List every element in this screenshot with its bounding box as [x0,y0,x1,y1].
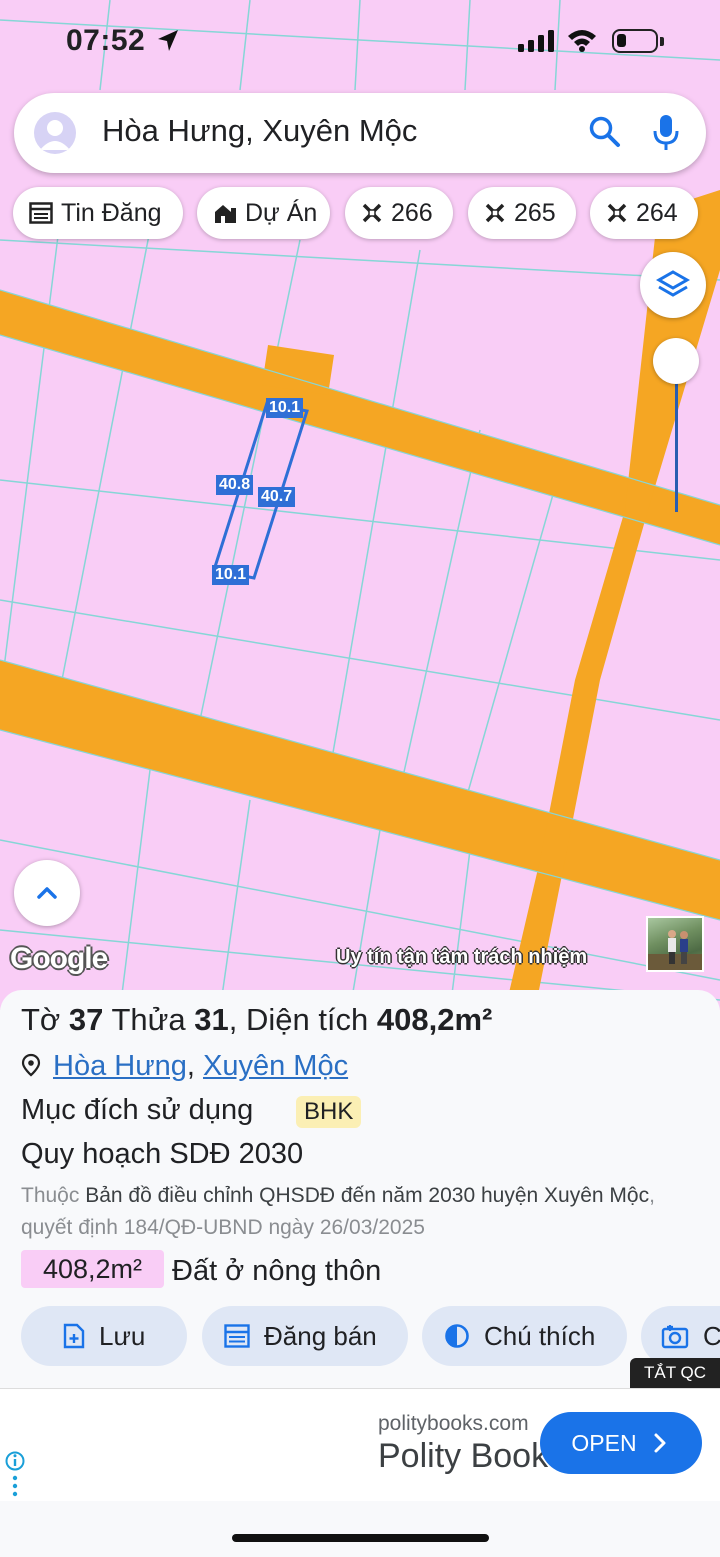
district-link[interactable]: Xuyên Mộc [203,1050,348,1082]
ad-domain: politybooks.com [378,1412,529,1435]
buildings-icon [215,205,236,223]
legend-button[interactable]: Chú thích [422,1306,627,1366]
post-label: Đăng bán [264,1320,377,1351]
plot-icon [362,203,382,223]
chip-tin-dang[interactable]: Tin Đăng [13,187,183,239]
plot-icon [485,203,505,223]
post-for-sale-button[interactable]: Đăng bán [202,1306,408,1366]
dimension-bottom-label: 10.1 [212,565,250,585]
desc-prefix: Thuộc [21,1184,80,1207]
camera-icon [661,1325,689,1349]
chip-label: 266 [391,198,433,227]
action-buttons: Lưu Đăng bán Chú thích C [0,1306,720,1368]
search-bar[interactable]: Hòa Hưng, Xuyên Mộc [14,93,706,173]
chip-label: Tin Đăng [61,198,162,227]
status-bar: 07:52 [0,0,720,86]
lot-prefix: Thửa [111,1002,186,1037]
microphone-icon[interactable] [651,113,681,153]
legend-label: Chú thích [484,1320,596,1351]
listing-icon [29,202,53,224]
wifi-icon [568,30,596,52]
dimension-right-label: 40.7 [258,487,296,507]
parcel-title: Tờ 37 Thửa 31, Diện tích 408,2m² [21,1002,492,1038]
search-input[interactable]: Hòa Hưng, Xuyên Mộc [102,113,417,149]
home-indicator[interactable] [232,1534,489,1542]
legend-icon [445,1324,469,1348]
ad-title: Polity Books [378,1437,558,1475]
location-arrow-icon [158,30,178,51]
save-button[interactable]: Lưu [21,1306,187,1366]
layers-icon [655,270,691,297]
chevron-up-icon [37,887,57,899]
area-prefix: , Diện tích [228,1002,369,1037]
ad-info-icon[interactable] [4,1450,26,1498]
chip-plot-266[interactable]: 266 [345,187,453,239]
chevron-right-icon [654,1433,666,1453]
plot-icon [607,203,627,223]
expand-panel-button[interactable] [14,860,80,926]
plan-description: Thuộc Bản đồ điều chỉnh QHSDĐ đến năm 20… [21,1180,711,1244]
google-logo: Google [10,942,108,975]
area-chip: 408,2m² [21,1250,164,1288]
sheet-prefix: Tờ [21,1002,61,1037]
save-icon [63,1323,85,1349]
chip-label: 265 [514,198,556,227]
avatar[interactable] [34,112,76,154]
zoom-slider-handle[interactable] [653,338,699,384]
chip-plot-264[interactable]: 264 [590,187,698,239]
save-label: Lưu [99,1320,146,1351]
land-use-code-badge: BHK [296,1096,362,1128]
commune-link[interactable]: Hòa Hưng [53,1050,187,1082]
cellular-signal-icon [518,30,554,52]
land-type: Đất ở nông thôn [172,1255,382,1287]
filter-chips: Tin Đăng Dự Án 266 265 264 [13,187,720,241]
camera-label: C [703,1320,720,1351]
land-use-purpose-label: Mục đích sử dụng [21,1094,254,1126]
lot-number: 31 [194,1002,229,1037]
dimension-left-label: 40.8 [216,475,254,495]
watermark-text: Uy tín tận tâm trách nhiệm [336,946,588,968]
battery-icon [612,29,658,53]
close-ad-button[interactable]: TẮT QC [630,1358,720,1388]
sheet-number: 37 [68,1002,104,1037]
chip-du-an[interactable]: Dự Án [197,187,330,239]
chip-label: 264 [636,198,678,227]
ad-open-button[interactable]: OPEN [540,1412,702,1474]
dimension-top-label: 10.1 [266,398,304,418]
post-icon [224,1324,250,1348]
chip-plot-265[interactable]: 265 [468,187,576,239]
chip-label: Dự Án [245,198,318,227]
people-photo-icon [648,930,702,970]
plan-title: Quy hoạch SDĐ 2030 [21,1138,304,1170]
layers-button[interactable] [640,252,706,318]
camera-button[interactable]: C [641,1306,720,1366]
zoom-slider-track[interactable] [675,364,678,512]
parcel-area: 408,2m² [376,1002,493,1037]
parcel-address: Hòa Hưng, Xuyên Mộc [21,1050,348,1083]
photo-thumbnail[interactable] [646,916,704,972]
search-icon[interactable] [588,115,622,149]
ad-open-label: OPEN [571,1429,637,1456]
status-time: 07:52 [66,24,146,57]
battery-tip [660,37,664,46]
location-pin-icon [21,1053,41,1077]
plan-map-name: Bản đồ điều chỉnh QHSDĐ đến năm 2030 huy… [85,1184,650,1207]
user-icon [40,120,70,150]
